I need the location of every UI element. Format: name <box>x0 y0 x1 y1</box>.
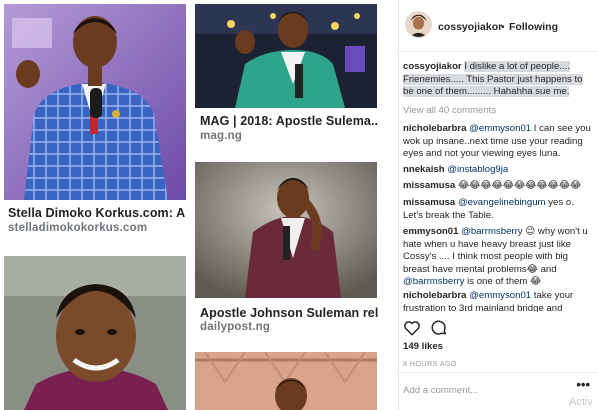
image-results-grid: Stella Dimoko Korkus.com: A... stelladim… <box>0 0 395 410</box>
comment-text: is one of them 😂 <box>464 276 542 288</box>
comment-username[interactable]: nicholebarbra <box>403 290 466 301</box>
add-comment-input[interactable]: Add a comment... <box>403 385 478 396</box>
comment-username[interactable]: emmyson01 <box>403 226 458 237</box>
comment-mention[interactable]: @barrmsberry <box>403 276 464 287</box>
comment-mention[interactable]: @barrmsberry <box>461 226 522 237</box>
caption-username[interactable]: cossyojiakor <box>403 61 462 72</box>
result-title[interactable]: Apostle Johnson Suleman rel... <box>200 306 378 320</box>
post-timestamp: 8 HOURS AGO <box>403 359 457 368</box>
separator-dot: • <box>501 21 505 33</box>
result-card-5[interactable] <box>192 348 382 410</box>
post-caption: cossyojiakor I dislike a lot of people..… <box>403 61 593 99</box>
comment-username[interactable]: missamusa <box>403 180 455 191</box>
comment-item: nicholebarbra @emmyson01 I can see you w… <box>403 123 593 161</box>
comment-text: 😂😂😂😂😂😂😂😂😂😂😂 <box>457 180 582 191</box>
result-card-stelladimoko[interactable]: Stella Dimoko Korkus.com: A... stelladim… <box>0 0 190 240</box>
comment-mention[interactable]: @instablog9ja <box>447 164 508 175</box>
result-card-mag[interactable]: MAG | 2018: Apostle Sulema... mag.ng <box>192 0 382 150</box>
post-actions <box>399 314 597 344</box>
view-all-comments-link[interactable]: View all 40 comments <box>403 105 496 116</box>
comment-mention[interactable]: @emmyson01 <box>469 290 531 301</box>
likes-count[interactable]: 149 likes <box>403 341 443 352</box>
avatar[interactable] <box>405 11 432 38</box>
comments-section: cossyojiakor I dislike a lot of people..… <box>399 54 597 312</box>
result-thumbnail[interactable] <box>195 4 377 108</box>
comment-username[interactable]: missamusa <box>403 197 455 208</box>
result-title[interactable]: MAG | 2018: Apostle Sulema... <box>200 114 378 128</box>
comment-username[interactable]: nnekaish <box>403 164 445 175</box>
heart-icon[interactable] <box>403 319 421 337</box>
comment-item: emmyson01 @barrmsberry 😉 why won't u hat… <box>403 226 593 289</box>
result-card-dailypost[interactable]: Apostle Johnson Suleman rel... dailypost… <box>192 158 382 338</box>
comment-item: nnekaish @instablog9ja <box>403 164 593 177</box>
comment-item: missamusa @evangelinebingum yes o. Let's… <box>403 197 593 222</box>
result-source[interactable]: mag.ng <box>200 130 242 142</box>
result-source[interactable]: stelladimokokorkus.com <box>8 222 147 234</box>
comment-mention[interactable]: @emmyson01 <box>469 123 531 134</box>
result-thumbnail[interactable] <box>195 352 377 410</box>
instagram-post-panel: cossyojiakor • Following cossyojiakor I … <box>398 0 597 410</box>
result-thumbnail[interactable] <box>4 4 186 200</box>
add-comment-bar: Add a comment... ••• <box>399 372 597 410</box>
following-button[interactable]: Following <box>509 21 558 33</box>
result-thumbnail[interactable] <box>4 256 186 410</box>
post-header: cossyojiakor • Following <box>399 0 597 52</box>
result-source[interactable]: dailypost.ng <box>200 321 270 333</box>
activation-watermark: Activ <box>569 396 593 408</box>
comment-bubble-icon[interactable] <box>430 319 448 337</box>
result-card-4[interactable] <box>0 252 190 410</box>
comment-mention[interactable]: @evangelinebingum <box>458 197 546 208</box>
more-options-icon[interactable]: ••• <box>576 377 590 392</box>
post-username[interactable]: cossyojiakor <box>438 21 502 33</box>
comment-item: nicholebarbra @emmyson01 take your frust… <box>403 290 593 312</box>
comment-username[interactable]: nicholebarbra <box>403 123 466 134</box>
result-title[interactable]: Stella Dimoko Korkus.com: A... <box>8 206 186 220</box>
comment-item: missamusa 😂😂😂😂😂😂😂😂😂😂😂 <box>403 180 593 193</box>
result-thumbnail[interactable] <box>195 162 377 298</box>
